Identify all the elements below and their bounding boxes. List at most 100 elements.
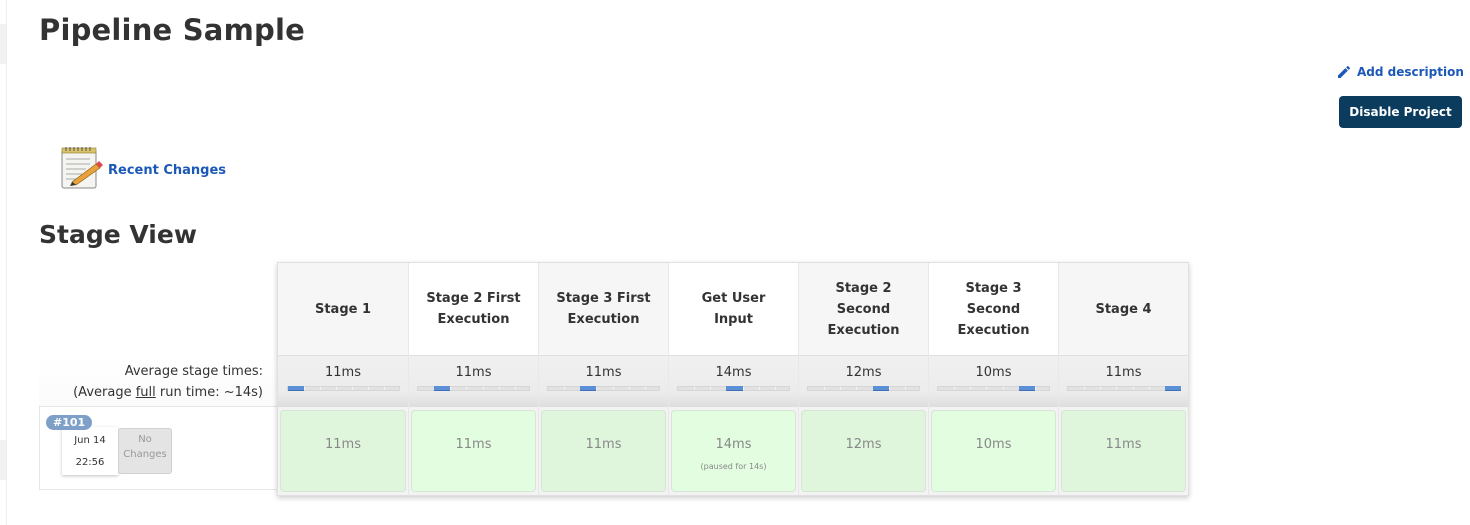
stage-cell-wrapper: 10ms	[929, 407, 1058, 495]
sidebar-item[interactable]	[0, 24, 6, 64]
disable-project-button[interactable]: Disable Project	[1339, 96, 1462, 128]
bar-tick	[384, 387, 386, 390]
stage-cell-wrapper: 11ms	[278, 407, 408, 495]
stage-cell-wrapper: 11ms	[409, 407, 538, 495]
stage-average: 11ms	[1059, 355, 1188, 407]
bar-tick	[1084, 387, 1086, 390]
bar-tick	[694, 387, 696, 390]
stage-note: (paused for 14s)	[700, 462, 767, 471]
stage-average-time: 10ms	[975, 365, 1012, 380]
stage-timeline-fill	[872, 386, 889, 391]
build-date-time: 22:56	[75, 457, 105, 468]
bar-tick	[1034, 387, 1036, 390]
bar-tick	[986, 387, 988, 390]
stage-timeline-bar	[547, 386, 660, 391]
stage-average-time: 11ms	[325, 365, 361, 380]
stage-column: Stage 1 11ms 11ms	[278, 263, 408, 495]
stage-timeline-bar	[417, 386, 530, 391]
stage-timeline-fill	[726, 386, 743, 391]
bar-tick	[482, 387, 484, 390]
stage-duration: 12ms	[845, 437, 882, 452]
sidebar-item[interactable]	[0, 440, 6, 480]
bar-tick	[710, 387, 712, 390]
avg-label-line1: Average stage times:	[124, 364, 263, 379]
stage-header: Stage 2 Second Execution	[799, 263, 928, 355]
stage-timeline-fill	[287, 386, 304, 391]
stage-timeline-fill	[434, 386, 451, 391]
stage-average-time: 11ms	[455, 365, 492, 380]
recent-changes[interactable]: Recent Changes	[56, 144, 226, 192]
stage-result-cell[interactable]: 10ms	[931, 410, 1056, 492]
bar-tick	[1100, 387, 1102, 390]
stage-column: Stage 2 Second Execution 12ms 12ms	[798, 263, 928, 495]
bar-tick	[856, 387, 858, 390]
stage-average: 10ms	[929, 355, 1058, 407]
bar-tick	[368, 387, 370, 390]
stage-timeline-fill	[1018, 386, 1035, 391]
stage-result-cell[interactable]: 14ms (paused for 14s)	[671, 410, 796, 492]
stage-cell-wrapper: 12ms	[799, 407, 928, 495]
stage-cell-wrapper: 14ms (paused for 14s)	[669, 407, 798, 495]
bar-tick	[596, 387, 598, 390]
stage-timeline-bar	[937, 386, 1050, 391]
stage-result-cell[interactable]: 11ms	[541, 410, 666, 492]
build-number-badge[interactable]: #101	[46, 415, 93, 430]
changes-box[interactable]: No Changes	[118, 428, 172, 474]
bar-tick	[774, 387, 776, 390]
bar-tick	[1116, 387, 1118, 390]
stage-cell-wrapper: 11ms	[539, 407, 668, 495]
stage-average-time: 11ms	[585, 365, 622, 380]
stage-average: 12ms	[799, 355, 928, 407]
build-date: Jun 14 22:56	[62, 427, 118, 475]
bar-tick	[352, 387, 354, 390]
bar-tick	[612, 387, 614, 390]
bar-tick	[303, 387, 305, 390]
stage-average-time: 12ms	[845, 365, 882, 380]
average-stage-times-label: Average stage times: (Average full run t…	[39, 354, 277, 406]
bar-tick	[742, 387, 744, 390]
stage-timeline-bar	[1067, 386, 1181, 391]
bar-tick	[450, 387, 452, 390]
stage-result-cell[interactable]: 11ms	[280, 410, 406, 492]
stage-result-cell[interactable]: 12ms	[801, 410, 926, 492]
stage-header: Stage 4	[1059, 263, 1188, 355]
stage-column: Stage 3 Second Execution 10ms 10ms	[928, 263, 1058, 495]
sidebar-edge	[0, 0, 7, 525]
avg-label-suffix: run time: ~14s)	[155, 385, 263, 400]
stage-cell-wrapper: 11ms	[1059, 407, 1188, 495]
add-description-link[interactable]: Add description	[1336, 64, 1464, 80]
stage-column: Stage 3 First Execution 11ms 11ms	[538, 263, 668, 495]
notepad-icon	[61, 147, 103, 189]
stage-duration: 11ms	[325, 437, 361, 452]
stage-timeline-bar	[677, 386, 790, 391]
bar-tick	[840, 387, 842, 390]
stage-header: Stage 3 First Execution	[539, 263, 668, 355]
full-run-link[interactable]: full	[136, 385, 156, 400]
bar-tick	[888, 387, 890, 390]
bar-tick	[335, 387, 337, 390]
stage-header: Stage 3 Second Execution	[929, 263, 1058, 355]
recent-changes-link[interactable]: Recent Changes	[108, 163, 226, 178]
stage-grid: Stage 1 11ms 11ms Stage 2 First Execution 11…	[277, 262, 1189, 496]
bar-tick	[514, 387, 516, 390]
pencil-icon	[1338, 65, 1351, 78]
bar-tick	[466, 387, 468, 390]
stage-average: 14ms	[669, 355, 798, 407]
stage-column: Stage 2 First Execution 11ms 11ms	[408, 263, 538, 495]
stage-duration: 11ms	[455, 437, 492, 452]
bar-tick	[628, 387, 630, 390]
stage-duration: 10ms	[975, 437, 1012, 452]
build-date-day: Jun 14	[74, 435, 106, 446]
stage-result-cell[interactable]: 11ms	[1061, 410, 1186, 492]
stage-timeline-bar	[807, 386, 920, 391]
stage-timeline-bar	[286, 386, 400, 391]
stage-average: 11ms	[278, 355, 408, 407]
stage-result-cell[interactable]: 11ms	[411, 410, 536, 492]
bar-tick	[498, 387, 500, 390]
bar-tick	[758, 387, 760, 390]
bar-tick	[1132, 387, 1134, 390]
bar-tick	[954, 387, 956, 390]
page-title: Pipeline Sample	[39, 13, 305, 47]
stage-column: Stage 4 11ms 11ms	[1058, 263, 1188, 495]
avg-label-prefix: (Average	[73, 385, 136, 400]
